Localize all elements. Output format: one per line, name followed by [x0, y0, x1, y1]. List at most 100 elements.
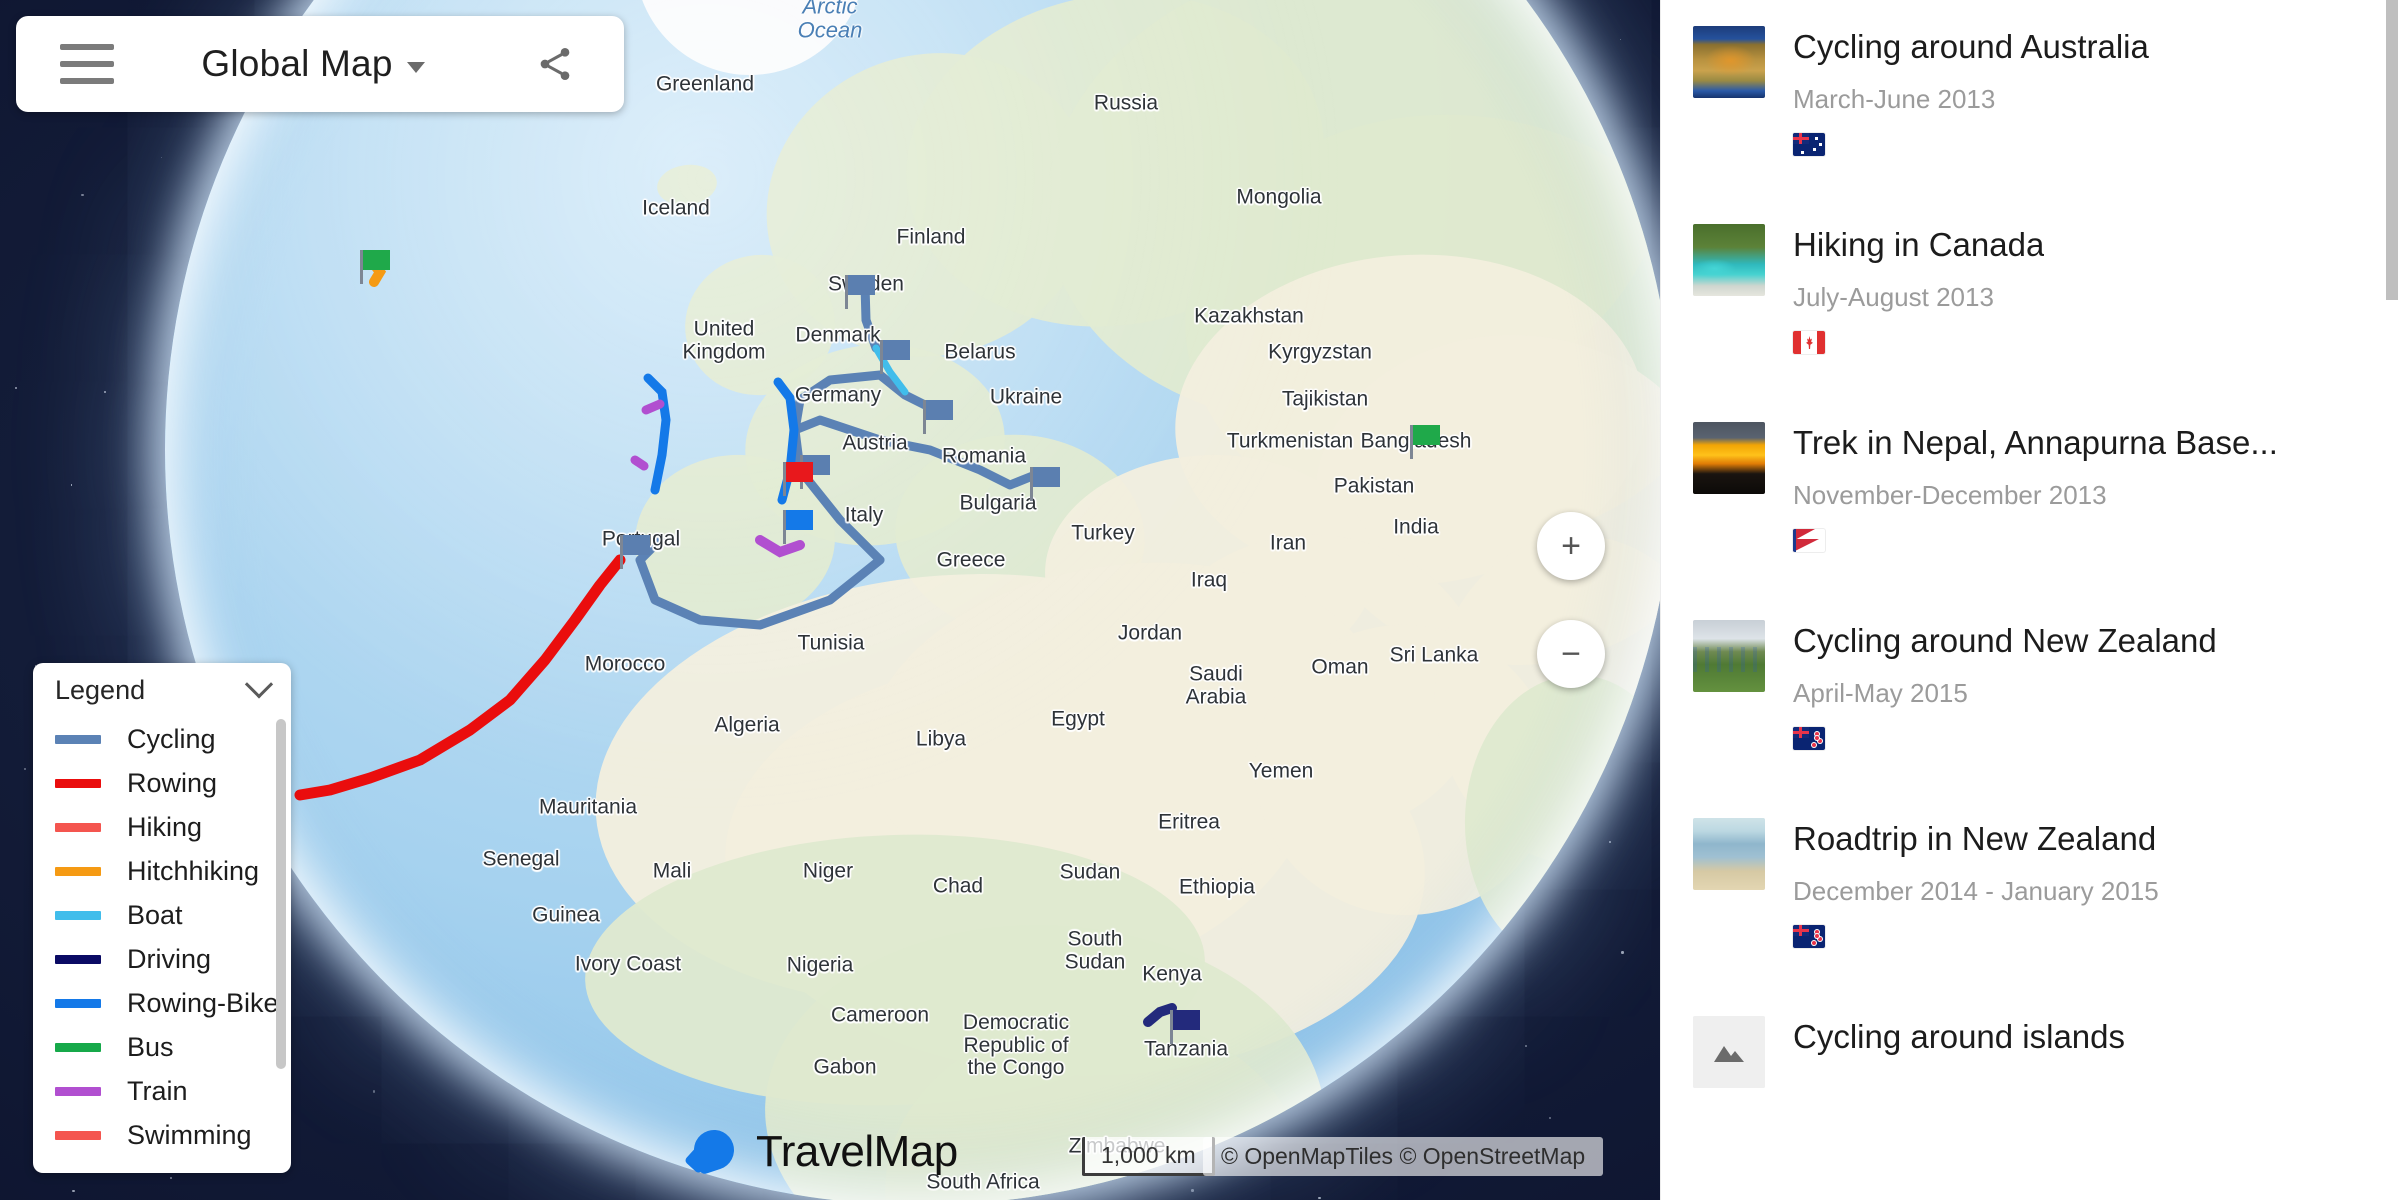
trip-dates: December 2014 - January 2015 [1793, 875, 2159, 906]
legend-color-swatch [55, 1086, 101, 1096]
legend-item-train[interactable]: Train [55, 1069, 291, 1113]
legend-color-swatch [55, 1130, 101, 1140]
trip-country-flag-canada [1793, 330, 1825, 354]
share-button[interactable] [512, 44, 598, 84]
flag-cloth [786, 462, 813, 482]
legend-header[interactable]: Legend [33, 663, 291, 717]
flag-marker-tanzania[interactable] [1170, 1010, 1200, 1044]
map-scale-bar: 1,000 km [1082, 1137, 1215, 1176]
trip-meta: Trek in Nepal, Annapurna Base... Novembe… [1793, 422, 2278, 552]
legend-item-hitchhiking[interactable]: Hitchhiking [55, 849, 291, 893]
trip-thumbnail[interactable] [1693, 224, 1765, 296]
sidebar-scrollbar-thumb[interactable] [2386, 0, 2398, 300]
trip-list-item[interactable]: Hiking in Canada July-August 2013 [1661, 198, 2400, 396]
flag-cloth [926, 400, 953, 420]
legend-item-label: Train [127, 1075, 188, 1106]
legend-color-swatch [55, 778, 101, 788]
trip-title: Hiking in Canada [1793, 226, 2045, 263]
flag-cloth [883, 340, 910, 360]
zoom-in-button[interactable]: + [1537, 512, 1605, 580]
legend-scrollbar-thumb[interactable] [276, 719, 286, 1069]
trip-title: Cycling around Australia [1793, 28, 2149, 65]
legend-color-swatch [55, 822, 101, 832]
flag-cloth [786, 510, 813, 530]
legend-item-label: Driving [127, 943, 212, 974]
trip-title: Roadtrip in New Zealand [1793, 820, 2157, 857]
legend-item-bus[interactable]: Bus [55, 1025, 291, 1069]
page-title: Global Map [201, 43, 393, 84]
trip-thumbnail[interactable] [1693, 26, 1765, 98]
trip-title: Cycling around New Zealand [1793, 622, 2217, 659]
trip-list-sidebar[interactable]: Cycling around Australia March-June 2013… [1660, 0, 2400, 1200]
legend-item-label: Cycling [127, 723, 216, 754]
legend-item-boat[interactable]: Boat [55, 893, 291, 937]
flag-marker-portugal[interactable] [620, 535, 650, 569]
legend-panel: Legend Cycling Rowing Hiking Hitchhiking… [33, 663, 291, 1173]
travelmap-app: Arctic Ocean Greenland Russia Iceland Mongoli… [0, 0, 2400, 1200]
legend-color-swatch [55, 954, 101, 964]
trip-thumbnail[interactable] [1693, 1016, 1765, 1088]
legend-item-rowing-bike[interactable]: Rowing-Bike [55, 981, 291, 1025]
minus-icon: − [1561, 635, 1581, 673]
trip-dates: July-August 2013 [1793, 281, 1994, 312]
trip-country-flag-nepal [1793, 528, 1825, 552]
trip-thumbnail[interactable] [1693, 422, 1765, 494]
trip-meta: Cycling around Australia March-June 2013 [1793, 26, 2149, 156]
map-attribution[interactable]: © OpenMapTiles © OpenStreetMap [1203, 1137, 1604, 1176]
legend-item-list[interactable]: Cycling Rowing Hiking Hitchhiking Boat D… [33, 717, 291, 1173]
trip-dates: November-December 2013 [1793, 479, 2107, 510]
flag-marker-sweden[interactable] [845, 275, 875, 309]
trip-meta: Hiking in Canada July-August 2013 [1793, 224, 2044, 354]
legend-item-rowing[interactable]: Rowing [55, 761, 291, 805]
chevron-down-icon [406, 61, 425, 73]
trip-list-item[interactable]: Cycling around New Zealand April-May 201… [1661, 594, 2400, 792]
chevron-down-icon[interactable] [244, 670, 274, 699]
flag-cloth [848, 275, 875, 295]
map-canvas[interactable]: Arctic Ocean Greenland Russia Iceland Mongoli… [0, 0, 1660, 1200]
flag-marker-bangladesh-green[interactable] [1410, 425, 1440, 459]
flag-cloth [623, 535, 650, 555]
legend-item-label: Rowing [127, 767, 218, 798]
trip-country-flag-australia [1793, 132, 1825, 156]
trip-title: Cycling around islands [1793, 1018, 2126, 1055]
trip-thumbnail[interactable] [1693, 620, 1765, 692]
travelmap-logo[interactable]: TravelMap [683, 1124, 958, 1180]
legend-color-swatch [55, 910, 101, 920]
hamburger-menu-icon[interactable] [60, 44, 114, 84]
brand-name: TravelMap [756, 1127, 958, 1176]
travelmap-mark-icon [683, 1124, 742, 1180]
trip-dates: March-June 2013 [1793, 83, 1996, 114]
legend-item-label: Hitchhiking [127, 855, 260, 886]
legend-item-cycling[interactable]: Cycling [55, 717, 291, 761]
flag-cloth [1033, 467, 1060, 487]
legend-item-hiking[interactable]: Hiking [55, 805, 291, 849]
trip-list-item[interactable]: Cycling around Australia March-June 2013 [1661, 0, 2400, 198]
legend-color-swatch [55, 734, 101, 744]
trip-title: Trek in Nepal, Annapurna Base... [1793, 424, 2278, 461]
flag-marker-denmark[interactable] [880, 340, 910, 374]
legend-color-swatch [55, 866, 101, 876]
flag-marker-poland[interactable] [923, 400, 953, 434]
flag-cloth [1173, 1010, 1200, 1030]
flag-marker-newzealand-green[interactable] [360, 250, 390, 284]
trip-meta: Cycling around New Zealand April-May 201… [1793, 620, 2217, 750]
trip-meta: Cycling around islands [1793, 1016, 2125, 1056]
trip-list[interactable]: Cycling around Australia March-June 2013… [1661, 0, 2400, 1188]
legend-item-driving[interactable]: Driving [55, 937, 291, 981]
flag-marker-romania[interactable] [1030, 467, 1060, 501]
trip-thumbnail[interactable] [1693, 818, 1765, 890]
legend-item-swimming[interactable]: Swimming [55, 1113, 291, 1157]
legend-item-label: Boat [127, 899, 183, 930]
trip-list-item[interactable]: Cycling around islands [1661, 990, 2400, 1188]
legend-item-label: Swimming [127, 1119, 252, 1150]
mountain-placeholder-icon [1714, 1046, 1744, 1062]
zoom-out-button[interactable]: − [1537, 620, 1605, 688]
map-title-dropdown[interactable]: Global Map [114, 43, 512, 85]
trip-list-item[interactable]: Trek in Nepal, Annapurna Base... Novembe… [1661, 396, 2400, 594]
plus-icon: + [1561, 527, 1581, 565]
trip-list-item[interactable]: Roadtrip in New Zealand December 2014 - … [1661, 792, 2400, 990]
flag-marker-france-red[interactable] [783, 462, 813, 496]
flag-marker-lyon-blue[interactable] [783, 510, 813, 544]
trip-country-flag-newzealand [1793, 924, 1825, 948]
map-toolbar: Global Map [16, 16, 624, 112]
